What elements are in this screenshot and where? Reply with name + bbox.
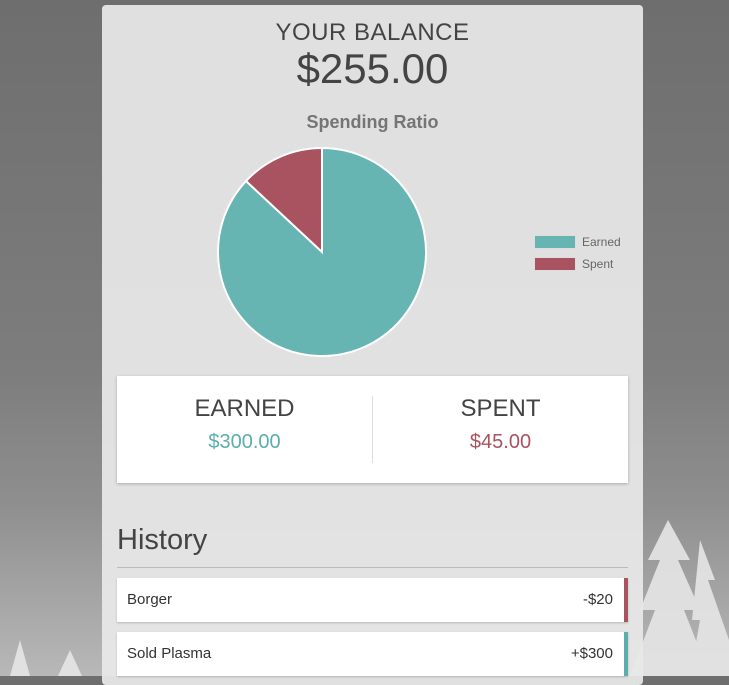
legend-swatch-spent — [534, 257, 576, 271]
legend-label-spent: Spent — [582, 257, 614, 271]
history-item-name: Sold Plasma — [127, 645, 212, 662]
legend-swatch-earned — [534, 235, 576, 249]
balance-title: YOUR BALANCE — [275, 19, 470, 46]
history-item-name: Borger — [127, 591, 173, 608]
spending-ratio-pie-chart — [217, 146, 427, 357]
earned-value: $300.00 — [208, 431, 281, 453]
history-item-type-indicator — [624, 632, 628, 676]
legend-item-earned: Earned — [534, 231, 621, 253]
earned-stat: EARNED $300.00 — [117, 376, 372, 483]
legend-label-earned: Earned — [582, 235, 621, 249]
legend-item-spent: Spent — [534, 253, 621, 275]
spent-stat: SPENT $45.00 — [373, 376, 628, 483]
history-item-amount: -$20 — [582, 591, 613, 608]
balance-value: $255.00 — [296, 45, 449, 92]
history-item-sold-plasma[interactable]: Sold Plasma +$300 — [117, 632, 628, 676]
history-item-type-indicator — [624, 578, 628, 622]
spent-value: $45.00 — [469, 431, 532, 453]
history-item-borger[interactable]: Borger -$20 — [117, 578, 628, 622]
stats-panel: EARNED $300.00 SPENT $45.00 — [117, 376, 628, 483]
chart-title: Spending Ratio — [306, 112, 439, 132]
spent-label: SPENT — [460, 395, 541, 422]
history-item-amount: +$300 — [570, 645, 613, 662]
earned-label: EARNED — [194, 395, 295, 422]
history-divider — [117, 567, 628, 568]
history-title: History — [117, 524, 208, 556]
balance-card: YOUR BALANCE $255.00 Spending Ratio Earn… — [102, 5, 643, 685]
chart-legend: Earned Spent — [534, 231, 621, 275]
